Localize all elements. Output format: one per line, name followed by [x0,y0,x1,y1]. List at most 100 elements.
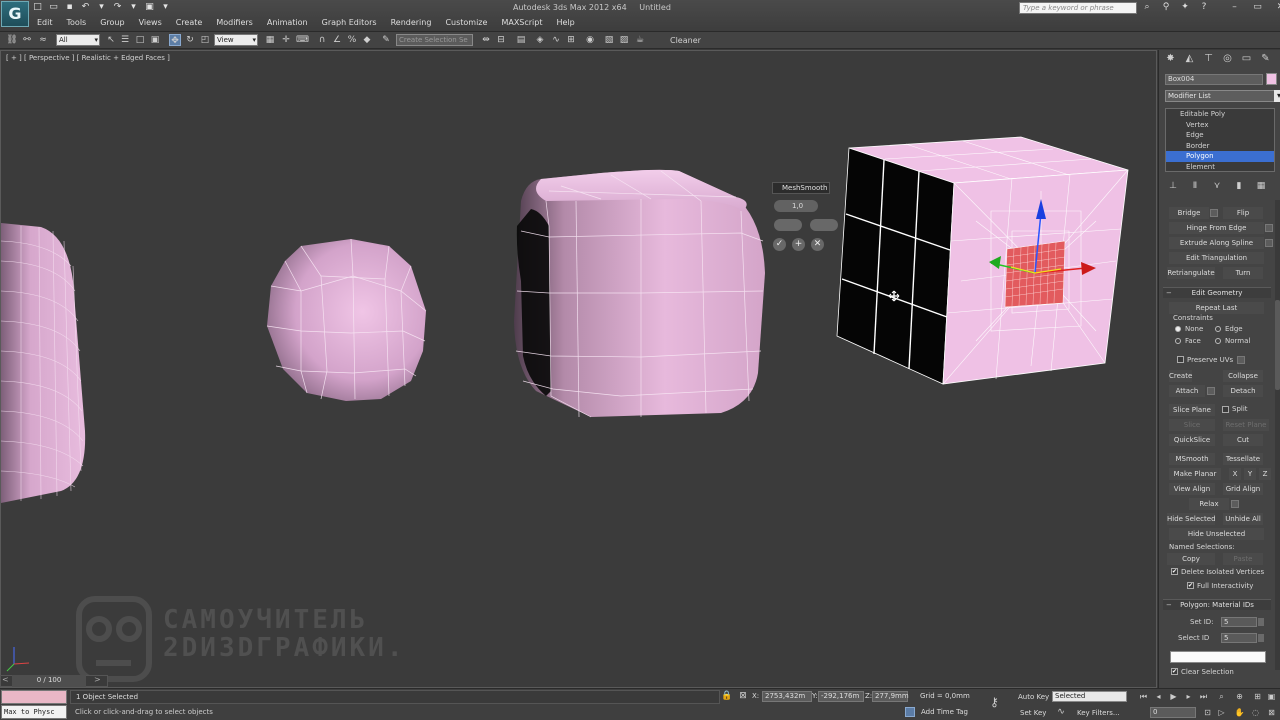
create-button[interactable]: Create [1169,370,1193,382]
constraint-none-radio[interactable] [1175,326,1181,332]
help-icon[interactable]: ? [1199,2,1209,13]
key-filter-icon[interactable]: ∿ [1055,706,1067,718]
zoom-extents-icon[interactable]: ⊞ [1252,692,1263,702]
previous-key-icon[interactable]: ◂ [1153,692,1164,702]
maximize-viewport-icon[interactable]: ⊠ [1266,708,1277,718]
absolute-mode-icon[interactable]: ⊠ [737,690,749,702]
move-gizmo-icon[interactable]: ✛ [280,34,292,46]
zoom-all-icon[interactable]: ⊕ [1234,692,1245,702]
detach-button[interactable]: Detach [1223,385,1263,397]
slice-button[interactable]: Slice [1169,419,1215,431]
rectangular-region-icon[interactable]: □ [134,34,146,46]
current-frame-field[interactable]: 0 [1150,707,1196,718]
selection-filter-dropdown[interactable]: All [56,34,100,46]
rendered-frame-icon[interactable]: ▨ [618,34,630,46]
maxscript-mini-listener-pink[interactable] [1,690,67,704]
z-coordinate-field[interactable]: 277,9mm [872,691,909,702]
create-tab-icon[interactable]: ✸ [1164,52,1177,65]
angle-snap-icon[interactable]: ∠ [331,34,343,46]
hinge-from-edge-button[interactable]: Hinge From Edge [1169,222,1264,234]
schematic-view-icon[interactable]: ⊞ [565,34,577,46]
view-align-button[interactable]: View Align [1169,483,1215,495]
attach-list-icon[interactable] [1207,387,1215,395]
key-icon[interactable]: ⚷ [990,695,999,709]
time-config-icon[interactable]: ⊡ [1202,708,1213,718]
render-production-icon[interactable]: ☕ [634,34,646,46]
orbit-icon[interactable]: ◌ [1250,708,1261,718]
split-checkbox[interactable] [1222,406,1229,413]
object-color-swatch[interactable] [1266,73,1277,85]
spinner-snap-icon[interactable]: ◆ [361,34,373,46]
key-mode-dropdown[interactable]: Selected [1052,691,1127,702]
material-name-dropdown[interactable] [1170,651,1266,663]
remove-modifier-icon[interactable]: ▮ [1233,180,1245,192]
minimize-icon[interactable]: – [1230,2,1239,13]
select-object-icon[interactable]: ↖ [105,34,117,46]
partial-object-left[interactable] [1,223,86,503]
edit-named-selection-icon[interactable]: ✎ [380,34,392,46]
ok-icon[interactable]: ✓ [773,238,786,251]
planar-y-button[interactable]: Y [1244,468,1256,480]
stack-item-border[interactable]: Border [1166,141,1274,152]
undo-icon[interactable]: ↶ [80,2,91,13]
field-of-view-icon[interactable]: ▷ [1216,708,1227,718]
set-key-button[interactable]: Set Key [1020,709,1046,717]
subscription-icon[interactable]: ⚲ [1161,2,1171,13]
material-editor-icon[interactable]: ◉ [584,34,596,46]
communication-icon[interactable]: ✦ [1180,2,1190,13]
project-folder-icon[interactable]: ▣ [144,2,155,13]
clear-selection-checkbox[interactable]: ✔ [1171,668,1178,675]
smoothed-box-small[interactable] [266,238,427,401]
mirror-icon[interactable]: ⇹ [480,34,492,46]
stack-item-edge[interactable]: Edge [1166,130,1274,141]
tessellate-button[interactable]: Tessellate [1223,453,1263,465]
preserve-uvs-settings-icon[interactable] [1237,356,1245,364]
menu-tools[interactable]: Tools [60,17,94,29]
edit-triangulation-button[interactable]: Edit Triangulation [1169,252,1264,264]
align-icon[interactable]: ⊟ [495,34,507,46]
copy-button[interactable]: Copy [1167,553,1215,565]
cancel-icon[interactable]: ✕ [811,238,824,251]
menu-create[interactable]: Create [169,17,210,29]
stack-item-vertex[interactable]: Vertex [1166,120,1274,131]
select-rotate-icon[interactable]: ↻ [184,34,196,46]
hide-unselected-button[interactable]: Hide Unselected [1169,528,1264,540]
menu-edit[interactable]: Edit [30,17,60,29]
undo-dropdown-icon[interactable]: ▾ [96,2,107,13]
time-slider-thumb[interactable]: 0 / 100 [12,675,86,687]
material-ids-rollout[interactable]: Polygon: Material IDs [1163,599,1271,611]
relax-button[interactable]: Relax [1189,498,1229,510]
smoothed-box-large[interactable] [514,169,765,418]
pin-stack-icon[interactable]: ⊥ [1167,180,1179,192]
search-input[interactable]: Type a keyword or phrase [1019,2,1137,14]
unhide-all-button[interactable]: Unhide All [1223,513,1263,525]
menu-customize[interactable]: Customize [438,17,494,29]
cut-button[interactable]: Cut [1223,434,1263,446]
close-icon[interactable]: ✕ [1276,2,1280,13]
make-planar-button[interactable]: Make Planar [1169,468,1221,480]
edit-geometry-rollout[interactable]: Edit Geometry [1163,287,1271,299]
cleaner-button[interactable]: Cleaner [662,34,709,47]
application-button[interactable]: G [1,1,29,27]
qa-dropdown-icon[interactable]: ▾ [160,2,171,13]
link-icon[interactable]: ⛓ [6,34,18,46]
unlink-icon[interactable]: ⚯ [21,34,33,46]
next-key-icon[interactable]: ▸ [1183,692,1194,702]
reference-coordinate-dropdown[interactable]: View [214,34,258,46]
maxscript-mini-listener[interactable]: Max to Physc [1,705,67,719]
extrude-along-spline-button[interactable]: Extrude Along Spline [1169,237,1264,249]
retriangulate-button[interactable]: Retriangulate [1167,267,1215,279]
add-time-tag-button[interactable]: Add Time Tag [921,708,968,716]
separate-by-smoothing-icon[interactable] [774,219,802,231]
menu-modifiers[interactable]: Modifiers [209,17,260,29]
go-to-start-icon[interactable]: ⏮ [1138,692,1149,702]
show-end-result-icon[interactable]: Ⅱ [1189,180,1201,192]
save-file-icon[interactable]: ▪ [64,2,75,13]
full-interactivity-checkbox[interactable]: ✔ [1187,582,1194,589]
attach-button[interactable]: Attach [1169,385,1205,397]
constraint-face-radio[interactable] [1175,338,1181,344]
x-coordinate-field[interactable]: 2753,432m [762,691,812,702]
motion-tab-icon[interactable]: ◎ [1221,52,1234,65]
slice-plane-button[interactable]: Slice Plane [1169,404,1215,416]
menu-group[interactable]: Group [93,17,131,29]
